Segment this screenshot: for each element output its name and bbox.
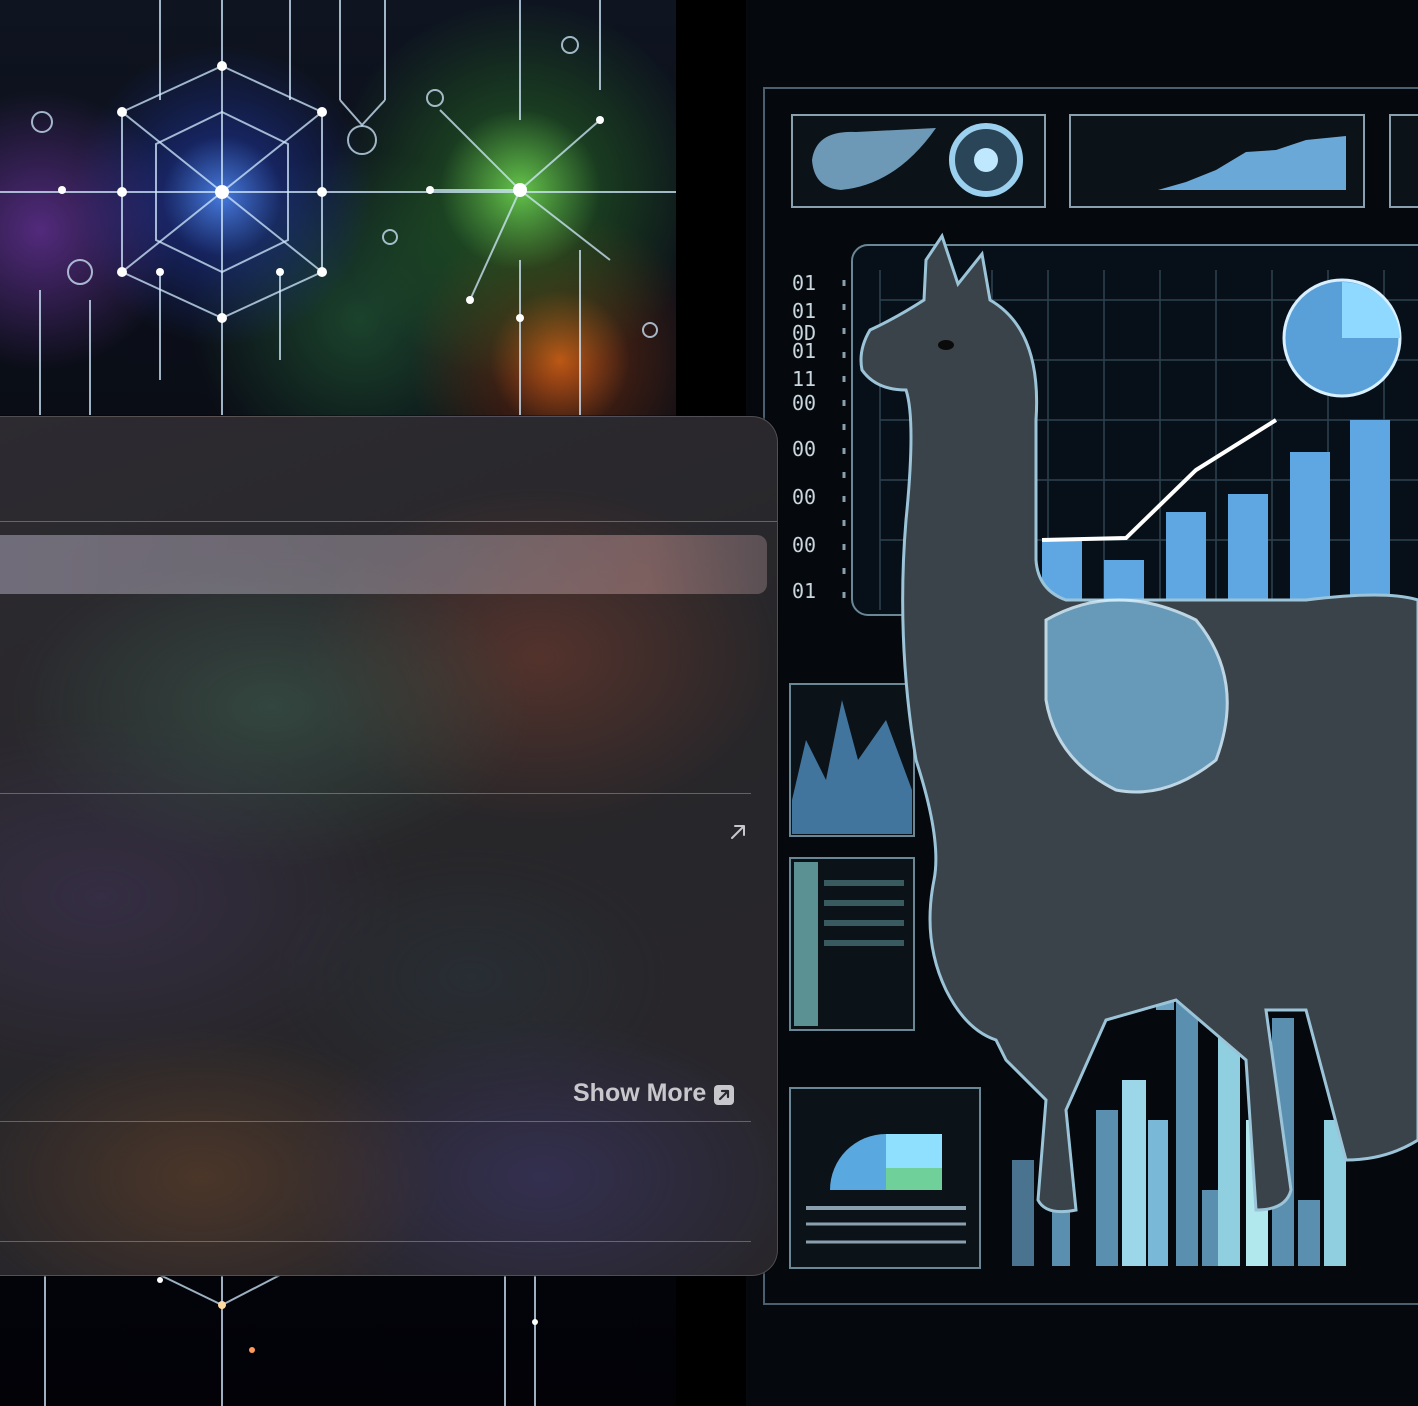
svg-text:00: 00: [792, 391, 816, 415]
svg-text:01: 01: [792, 271, 816, 295]
section-divider-1: [0, 793, 751, 794]
svg-text:01: 01: [792, 299, 816, 323]
desktop: 01 01 0D 01 11 00 00 00 00 01 Show More: [0, 0, 1418, 1406]
svg-text:00: 00: [792, 437, 816, 461]
svg-text:00: 00: [792, 533, 816, 557]
show-more-label: Show More: [573, 1078, 707, 1107]
show-more-button[interactable]: Show More: [573, 1077, 735, 1109]
external-square-arrow-icon: [714, 1083, 735, 1105]
section-divider-3: [0, 1241, 751, 1242]
header-divider: [0, 521, 777, 522]
selected-list-row[interactable]: [0, 535, 767, 594]
svg-text:01: 01: [792, 339, 816, 363]
svg-text:00: 00: [792, 485, 816, 509]
background-llama-dashboard-art: 01 01 0D 01 11 00 00 00 00 01: [746, 0, 1418, 1406]
arrow-up-right-icon[interactable]: [727, 821, 749, 843]
llama-dashboard-graphic: 01010D 011100 000000 01: [763, 87, 1418, 1305]
svg-text:11: 11: [792, 367, 816, 391]
section-divider-2: [0, 1121, 751, 1122]
svg-text:01: 01: [792, 579, 816, 603]
popover-panel: Show More: [0, 416, 778, 1276]
